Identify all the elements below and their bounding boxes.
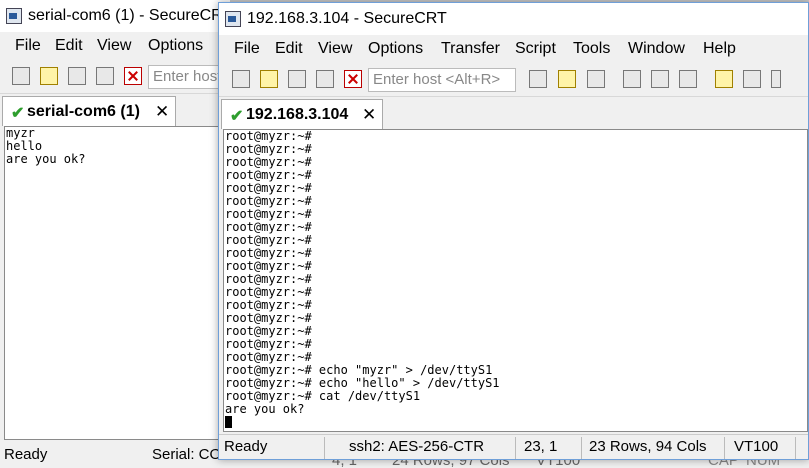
- tab-label: 192.168.3.104: [246, 106, 349, 123]
- quick-connect-icon[interactable]: [260, 70, 278, 88]
- connect-tab-icon[interactable]: [68, 67, 86, 85]
- left-menubar: File Edit View Options: [0, 33, 230, 61]
- status-ready: Ready: [224, 438, 268, 455]
- connected-check-icon: ✔: [11, 105, 25, 122]
- status-divider: [324, 437, 325, 459]
- print-icon[interactable]: [651, 70, 669, 88]
- terminal-output: root@myzr:~# root@myzr:~# root@myzr:~# root…: [224, 130, 807, 416]
- sftp-icon[interactable]: [743, 70, 761, 88]
- status-session: ssh2: AES-256-CTR: [349, 438, 485, 455]
- left-statusbar: Ready Serial: COM6, 115200: [0, 442, 299, 468]
- menu-options[interactable]: Options: [368, 40, 423, 58]
- terminal-line: root@myzr:~# cat /dev/ttyS1: [225, 389, 421, 403]
- status-divider: [581, 437, 582, 459]
- menu-file[interactable]: File: [234, 40, 260, 58]
- left-tabstrip: ✔ serial-com6 (1) ✕: [0, 94, 230, 126]
- left-host-input[interactable]: Enter host: [148, 65, 228, 89]
- left-menu-file[interactable]: File: [15, 37, 41, 55]
- menu-tools[interactable]: Tools: [573, 40, 610, 58]
- print-setup-icon[interactable]: [623, 70, 641, 88]
- right-statusbar: Ready ssh2: AES-256-CTR 23, 1 23 Rows, 9…: [219, 434, 808, 459]
- connect-icon[interactable]: [232, 70, 250, 88]
- quick-connect-icon[interactable]: [40, 67, 58, 85]
- copy-icon[interactable]: [529, 70, 547, 88]
- status-terminal: VT100: [734, 438, 779, 455]
- left-window: serial-com6 (1) - SecureCRT File Edit Vi…: [0, 0, 299, 468]
- left-menu-view[interactable]: View: [97, 37, 131, 55]
- tab-serial-com6[interactable]: ✔ serial-com6 (1) ✕: [2, 96, 176, 126]
- status-ready: Ready: [4, 446, 48, 463]
- menu-window[interactable]: Window: [628, 40, 685, 58]
- menu-edit[interactable]: Edit: [275, 40, 303, 58]
- right-titlebar[interactable]: 192.168.3.104 - SecureCRT: [219, 3, 808, 35]
- status-divider: [724, 437, 725, 459]
- right-window-title: 192.168.3.104 - SecureCRT: [247, 10, 447, 27]
- status-size: 23 Rows, 94 Cols: [589, 438, 707, 455]
- find-icon[interactable]: [587, 70, 605, 88]
- disconnect-icon[interactable]: [124, 67, 142, 85]
- paste-icon[interactable]: [558, 70, 576, 88]
- menu-view[interactable]: View: [318, 40, 352, 58]
- right-menubar: File Edit View Options Transfer Script T…: [219, 36, 808, 64]
- terminal-cursor: [225, 416, 232, 428]
- right-terminal[interactable]: root@myzr:~# root@myzr:~# root@myzr:~# root…: [223, 129, 808, 432]
- printer-icon[interactable]: [679, 70, 697, 88]
- left-titlebar[interactable]: serial-com6 (1) - SecureCRT: [0, 0, 233, 32]
- connect-tab-icon[interactable]: [288, 70, 306, 88]
- left-toolbar: Enter host: [0, 61, 230, 94]
- connected-check-icon: ✔: [230, 108, 244, 125]
- close-tab-icon[interactable]: ✕: [362, 105, 376, 125]
- menu-help[interactable]: Help: [703, 40, 736, 58]
- status-position: 23, 1: [524, 438, 558, 455]
- terminal-line: are you ok?: [225, 402, 305, 416]
- keymap-icon[interactable]: [771, 70, 781, 88]
- status-divider: [795, 437, 796, 459]
- session-options-icon[interactable]: [715, 70, 733, 88]
- right-toolbar: Enter host <Alt+R>: [219, 64, 808, 97]
- disconnect-icon[interactable]: [344, 70, 362, 88]
- tab-192-168-3-104[interactable]: ✔ 192.168.3.104 ✕: [221, 99, 383, 129]
- left-menu-edit[interactable]: Edit: [55, 37, 83, 55]
- terminal-line: are you ok?: [6, 152, 86, 166]
- connect-icon[interactable]: [12, 67, 30, 85]
- right-window: 192.168.3.104 - SecureCRT File Edit View…: [218, 2, 809, 460]
- menu-transfer[interactable]: Transfer: [441, 40, 500, 58]
- reconnect-icon[interactable]: [96, 67, 114, 85]
- reconnect-icon[interactable]: [316, 70, 334, 88]
- menu-script[interactable]: Script: [515, 40, 556, 58]
- terminal-cursor-line: [224, 416, 807, 429]
- host-input[interactable]: Enter host <Alt+R>: [368, 68, 516, 92]
- left-terminal[interactable]: myzr hello are you ok?: [4, 126, 230, 440]
- left-window-title: serial-com6 (1) - SecureCRT: [28, 7, 233, 24]
- close-tab-icon[interactable]: ✕: [155, 102, 169, 122]
- tab-label: serial-com6 (1): [27, 103, 140, 120]
- left-menu-options[interactable]: Options: [148, 37, 203, 55]
- status-divider: [515, 437, 516, 459]
- securecrt-app-icon: [225, 11, 241, 27]
- right-tabstrip: ✔ 192.168.3.104 ✕: [219, 97, 808, 129]
- securecrt-app-icon: [6, 8, 22, 24]
